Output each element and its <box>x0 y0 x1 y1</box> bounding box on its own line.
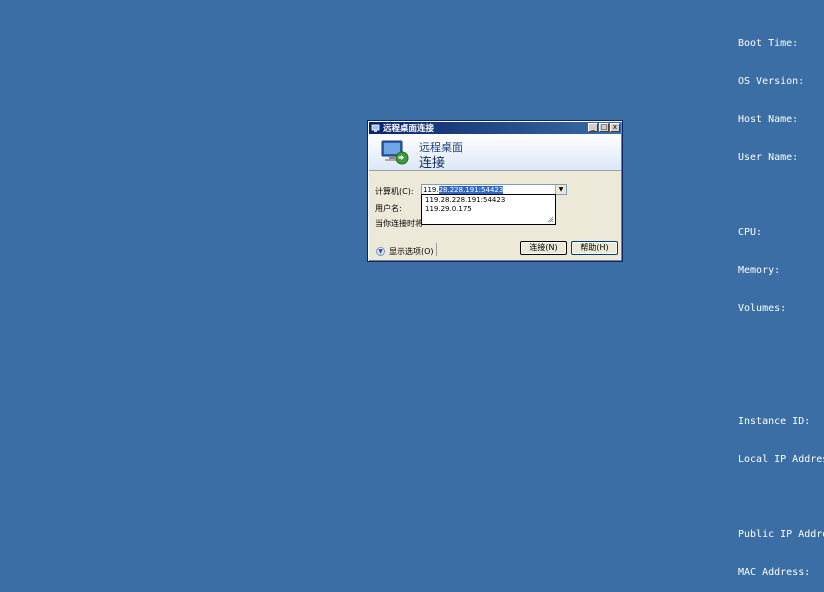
show-options-button[interactable]: ▼ 显示选项(O) <box>376 245 436 257</box>
username-label: 用户名: <box>375 204 402 213</box>
close-button[interactable]: x <box>610 123 620 132</box>
show-options-label: 显示选项(O) <box>389 246 434 256</box>
bginfo-local-ip: Local IP Address <box>738 453 824 465</box>
remote-desktop-icon <box>371 124 380 132</box>
bginfo-mac-address: MAC Address: <box>738 567 811 579</box>
list-item[interactable]: 119.29.0.175 <box>422 205 555 214</box>
dialog-titlebar[interactable]: 远程桌面连接 _ □ x <box>369 122 621 134</box>
connect-button[interactable]: 连接(N) <box>520 241 567 255</box>
dialog-title: 远程桌面连接 <box>383 124 435 134</box>
computer-value-prefix: 119. <box>423 186 439 194</box>
dialog-banner: 远程桌面 连接 <box>369 134 621 171</box>
maximize-button[interactable]: □ <box>599 123 609 132</box>
computer-dropdown-list: 119.28.228.191:54423 119.29.0.175 <box>421 194 556 225</box>
bginfo-public-ip: Public IP Address <box>738 529 824 541</box>
banner-title-line2: 连接 <box>419 156 446 171</box>
computer-label: 计算机(C): <box>375 187 414 196</box>
bginfo-memory: Memory: <box>738 264 781 276</box>
expand-icon: ▼ <box>376 246 385 256</box>
resize-grip-icon[interactable] <box>547 216 554 223</box>
bginfo-instance-id: Instance ID: <box>738 416 811 427</box>
help-button[interactable]: 帮助(H) <box>571 241 618 255</box>
hint-label: 当你连接时将 <box>375 219 423 228</box>
bginfo-panel: Boot Time: OS Version: Host Name: User N… <box>738 13 824 592</box>
remote-desktop-monitor-icon <box>381 140 409 165</box>
computer-input[interactable]: 119.28.228.191:54423 <box>423 186 504 194</box>
bginfo-boot-time: Boot Time: <box>738 38 799 50</box>
bginfo-user-name: User Name: <box>738 151 799 163</box>
computer-value-selected: 28.228.191:54423 <box>438 186 504 194</box>
minimize-button[interactable]: _ <box>588 123 598 132</box>
bginfo-host-name: Host Name: <box>738 113 799 125</box>
bginfo-os-version: OS Version: <box>738 75 805 87</box>
divider <box>436 243 437 256</box>
chevron-down-icon[interactable]: ▼ <box>555 185 566 194</box>
list-item[interactable]: 119.28.228.191:54423 <box>422 196 555 205</box>
bginfo-volumes: Volumes: <box>738 302 787 314</box>
bginfo-cpu: CPU: <box>738 227 763 239</box>
